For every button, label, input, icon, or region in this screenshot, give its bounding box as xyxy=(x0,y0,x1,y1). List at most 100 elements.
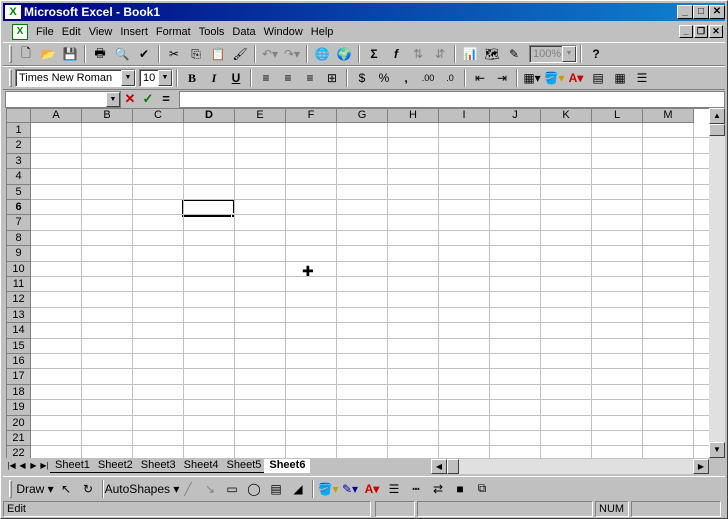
chevron-down-icon[interactable]: ▼ xyxy=(106,91,120,107)
scroll-thumb[interactable] xyxy=(709,124,725,136)
format-painter-icon[interactable]: 🖌 xyxy=(229,44,251,64)
formula-input[interactable] xyxy=(179,90,725,108)
cut-icon[interactable]: ✂ xyxy=(163,44,185,64)
vertical-scrollbar[interactable]: ▲ ▼ xyxy=(709,108,725,458)
menu-file[interactable]: File xyxy=(32,23,58,41)
excel-app-icon[interactable]: X xyxy=(5,5,21,19)
row-header[interactable]: 8 xyxy=(7,230,31,247)
print-icon[interactable]: 🖶 xyxy=(89,44,111,64)
text-box-icon[interactable]: ▤ xyxy=(265,479,287,499)
wordart-icon[interactable]: ◢ xyxy=(287,479,309,499)
last-sheet-icon[interactable]: ▶| xyxy=(39,459,50,473)
horizontal-scroll-thumb[interactable] xyxy=(447,459,459,474)
row-header[interactable]: 2 xyxy=(7,138,31,154)
chevron-down-icon[interactable]: ▼ xyxy=(158,70,172,86)
column-header[interactable]: I xyxy=(439,109,490,123)
increase-indent-icon[interactable]: ⇥ xyxy=(491,68,513,88)
enter-icon[interactable]: ✓ xyxy=(139,91,157,108)
scroll-up-icon[interactable]: ▲ xyxy=(709,108,725,124)
cancel-icon[interactable]: ✕ xyxy=(121,91,139,108)
scroll-down-icon[interactable]: ▼ xyxy=(709,442,725,458)
rectangle-icon[interactable]: ▭ xyxy=(221,479,243,499)
web-toolbar-icon[interactable]: 🌍 xyxy=(333,44,355,64)
hyperlink-icon[interactable]: 🌐 xyxy=(311,44,333,64)
workbook-minimize-button[interactable]: _ xyxy=(679,25,693,38)
row-header[interactable]: 11 xyxy=(7,277,31,293)
toolbar-grip[interactable] xyxy=(9,45,12,63)
workbook-close-button[interactable]: ✕ xyxy=(709,25,723,38)
row-header[interactable]: 4 xyxy=(7,169,31,185)
column-header[interactable]: D xyxy=(184,109,235,123)
select-objects-icon[interactable]: ↖ xyxy=(55,479,77,499)
select-all-corner[interactable] xyxy=(7,109,31,123)
font-name-combo[interactable]: Times New Roman ▼ xyxy=(15,69,136,87)
column-header[interactable]: H xyxy=(388,109,439,123)
draw-fill-color-icon[interactable]: 🪣▾ xyxy=(317,479,339,499)
row-header[interactable]: 14 xyxy=(7,323,31,339)
row-header[interactable]: 22 xyxy=(7,446,31,458)
row-header[interactable]: 13 xyxy=(7,307,31,324)
scroll-left-icon[interactable]: ◀ xyxy=(431,459,447,474)
workbook-restore-button[interactable]: ❐ xyxy=(694,25,708,38)
grid-icon[interactable]: ▦ xyxy=(609,68,631,88)
menu-tools[interactable]: Tools xyxy=(195,23,229,41)
font-size-combo[interactable]: 10 ▼ xyxy=(139,69,173,87)
redo-icon[interactable]: ↷▾ xyxy=(281,44,303,64)
row-header[interactable]: 7 xyxy=(7,215,31,231)
copy-icon[interactable]: ⎘ xyxy=(185,44,207,64)
horizontal-scrollbar[interactable]: ◀ ▶ xyxy=(431,459,709,474)
increase-decimal-icon[interactable]: .00 xyxy=(417,68,439,88)
3d-icon[interactable]: ⧉ xyxy=(471,479,493,499)
row-header[interactable]: 9 xyxy=(7,246,31,262)
row-header[interactable]: 20 xyxy=(7,415,31,431)
worksheet-grid[interactable]: ABCDEFGHIJKLM 1 2 3 4 5 6 7 8 9 10 11 12 13 14 15 16 17 1… xyxy=(6,108,709,458)
fill-color-icon[interactable]: 🪣▾ xyxy=(543,68,565,88)
paste-icon[interactable]: 📋 xyxy=(207,44,229,64)
arrow-icon[interactable]: ↘ xyxy=(199,479,221,499)
function-icon[interactable]: f xyxy=(385,44,407,64)
align-right-icon[interactable]: ≡ xyxy=(299,68,321,88)
decrease-indent-icon[interactable]: ⇤ xyxy=(469,68,491,88)
save-icon[interactable]: 💾 xyxy=(59,44,81,64)
column-header[interactable]: F xyxy=(286,109,337,123)
row-header[interactable]: 19 xyxy=(7,400,31,416)
first-sheet-icon[interactable]: |◀ xyxy=(6,459,17,473)
minimize-button[interactable]: _ xyxy=(677,5,693,19)
column-header[interactable]: B xyxy=(82,109,133,123)
arrow-style-icon[interactable]: ⇄ xyxy=(427,479,449,499)
row-header[interactable]: 3 xyxy=(7,153,31,170)
row-header[interactable]: 21 xyxy=(7,431,31,447)
menu-window[interactable]: Window xyxy=(260,23,307,41)
tab-sheet6[interactable]: Sheet6 xyxy=(264,459,311,473)
column-header[interactable]: G xyxy=(337,109,388,123)
bold-icon[interactable]: B xyxy=(181,68,203,88)
line-icon[interactable]: ╱ xyxy=(177,479,199,499)
print-preview-icon[interactable]: 🔍 xyxy=(111,44,133,64)
autoshapes-menu-button[interactable]: AutoShapes ▾ xyxy=(105,479,180,499)
menu-format[interactable]: Format xyxy=(152,23,195,41)
toolbar-grip[interactable] xyxy=(9,69,12,87)
draw-font-color-icon[interactable]: A▾ xyxy=(361,479,383,499)
list-icon[interactable]: ☰ xyxy=(631,68,653,88)
column-header[interactable]: L xyxy=(592,109,643,123)
sort-ascending-icon[interactable]: ⇅ xyxy=(407,44,429,64)
office-assistant-icon[interactable]: ? xyxy=(585,44,607,64)
tab-sheet4[interactable]: Sheet4 xyxy=(178,459,224,473)
currency-icon[interactable]: $ xyxy=(351,68,373,88)
row-header[interactable]: 5 xyxy=(7,184,31,200)
free-rotate-icon[interactable]: ↻ xyxy=(77,479,99,499)
row-header[interactable]: 10 xyxy=(7,261,31,277)
column-header[interactable]: J xyxy=(490,109,541,123)
font-color-icon[interactable]: A▾ xyxy=(565,68,587,88)
row-header[interactable]: 17 xyxy=(7,369,31,385)
scroll-right-icon[interactable]: ▶ xyxy=(693,459,709,474)
column-header[interactable]: K xyxy=(541,109,592,123)
spelling-icon[interactable]: ✔ xyxy=(133,44,155,64)
row-header[interactable]: 16 xyxy=(7,354,31,370)
column-header[interactable]: E xyxy=(235,109,286,123)
chart-wizard-icon[interactable]: 📊 xyxy=(459,44,481,64)
menu-insert[interactable]: Insert xyxy=(116,23,152,41)
align-center-icon[interactable]: ≡ xyxy=(277,68,299,88)
menu-data[interactable]: Data xyxy=(228,23,259,41)
underline-icon[interactable]: U xyxy=(225,68,247,88)
